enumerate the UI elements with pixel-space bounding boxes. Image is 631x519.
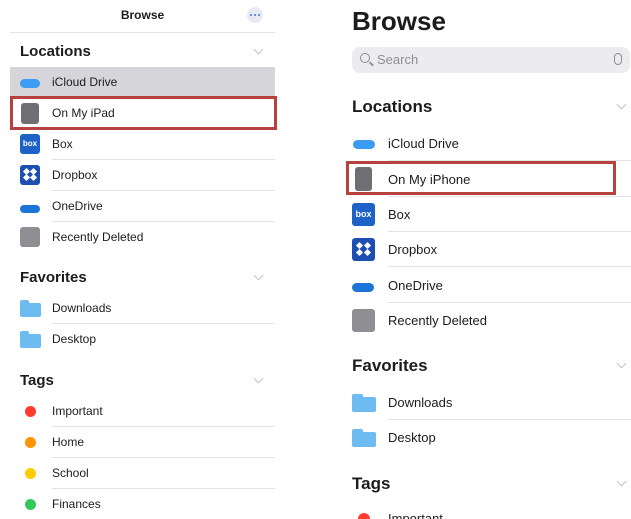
tag-label: Important bbox=[388, 511, 443, 519]
location-label: OneDrive bbox=[388, 278, 443, 293]
location-label: iCloud Drive bbox=[388, 136, 459, 151]
highlight-frame bbox=[346, 161, 616, 195]
onedrive-icon bbox=[20, 205, 40, 213]
folder-icon bbox=[352, 429, 376, 447]
favorite-item-downloads[interactable]: Downloads bbox=[343, 385, 631, 420]
more-dot bbox=[254, 14, 256, 16]
tag-item-important[interactable]: Important bbox=[343, 504, 631, 519]
icloud-icon bbox=[353, 140, 375, 149]
location-label: iCloud Drive bbox=[52, 75, 118, 89]
tags-header: Tags bbox=[20, 372, 54, 389]
dropbox-diamond bbox=[363, 248, 372, 257]
location-label: Box bbox=[388, 207, 411, 222]
tag-dot-orange bbox=[25, 437, 36, 448]
search-field[interactable]: Search bbox=[352, 47, 630, 73]
favorites-collapse-chevron-icon[interactable] bbox=[253, 270, 264, 281]
favorite-label: Downloads bbox=[52, 301, 112, 315]
tags-header: Tags bbox=[352, 474, 391, 493]
favorite-item-desktop[interactable]: Desktop bbox=[10, 324, 275, 355]
locations-collapse-chevron-icon[interactable] bbox=[616, 99, 627, 110]
tags-collapse-chevron-icon[interactable] bbox=[616, 476, 627, 487]
favorite-label: Downloads bbox=[388, 395, 453, 410]
search-icon bbox=[360, 53, 370, 63]
locations-header: Locations bbox=[20, 43, 91, 60]
location-item-icloud-drive[interactable]: iCloud Drive bbox=[343, 125, 631, 161]
folder-icon bbox=[20, 300, 41, 317]
tag-item-school[interactable]: School bbox=[10, 458, 275, 489]
tag-item-home[interactable]: Home bbox=[10, 427, 275, 458]
location-item-icloud-drive[interactable]: iCloud Drive bbox=[10, 67, 275, 98]
trash-icon bbox=[352, 309, 375, 332]
tag-item-important[interactable]: Important bbox=[10, 396, 275, 427]
tag-label: Finances bbox=[52, 497, 101, 511]
tag-label: Home bbox=[52, 435, 85, 449]
location-item-box[interactable]: box Box bbox=[10, 129, 275, 160]
dropbox-icon bbox=[20, 165, 40, 185]
folder-icon bbox=[20, 331, 41, 348]
tag-item-finances[interactable]: Finances bbox=[10, 489, 275, 519]
location-label: Dropbox bbox=[388, 242, 438, 257]
dropbox-icon bbox=[352, 238, 375, 261]
box-icon: box bbox=[352, 203, 375, 226]
favorites-header: Favorites bbox=[20, 269, 87, 286]
nav-title: Browse bbox=[120, 8, 165, 22]
location-label: Box bbox=[52, 137, 73, 151]
favorite-item-desktop[interactable]: Desktop bbox=[343, 420, 631, 455]
favorite-label: Desktop bbox=[52, 332, 97, 346]
favorite-label: Desktop bbox=[388, 430, 436, 445]
dropbox-diamond bbox=[29, 173, 38, 182]
icloud-icon bbox=[20, 79, 40, 88]
location-label: Recently Deleted bbox=[388, 313, 487, 328]
more-dot bbox=[258, 14, 260, 16]
more-dot bbox=[250, 14, 252, 16]
location-item-onedrive[interactable]: OneDrive bbox=[343, 267, 631, 303]
location-label: Recently Deleted bbox=[52, 230, 144, 244]
microphone-icon[interactable] bbox=[614, 53, 622, 65]
tag-dot-red bbox=[358, 513, 370, 519]
highlight-frame bbox=[10, 96, 277, 130]
location-label: OneDrive bbox=[52, 199, 103, 213]
search-placeholder: Search bbox=[377, 52, 419, 67]
favorite-item-downloads[interactable]: Downloads bbox=[10, 293, 275, 324]
location-item-dropbox[interactable]: Dropbox bbox=[10, 160, 275, 191]
locations-collapse-chevron-icon[interactable] bbox=[253, 44, 264, 55]
favorites-header: Favorites bbox=[352, 356, 428, 375]
location-label: Dropbox bbox=[52, 168, 98, 182]
location-item-box[interactable]: box Box bbox=[343, 197, 631, 232]
tag-label: School bbox=[52, 466, 89, 480]
tag-label: Important bbox=[52, 404, 103, 418]
dropbox-diamond bbox=[355, 248, 364, 257]
tag-dot-green bbox=[25, 499, 36, 510]
onedrive-icon bbox=[352, 283, 374, 292]
location-item-recently-deleted[interactable]: Recently Deleted bbox=[10, 222, 275, 253]
tag-dot-yellow bbox=[25, 468, 36, 479]
location-item-dropbox[interactable]: Dropbox bbox=[343, 232, 631, 267]
tags-collapse-chevron-icon[interactable] bbox=[253, 373, 264, 384]
locations-header: Locations bbox=[352, 97, 433, 116]
favorites-collapse-chevron-icon[interactable] bbox=[616, 358, 627, 369]
trash-icon bbox=[20, 227, 40, 247]
large-title: Browse bbox=[352, 6, 446, 36]
location-item-recently-deleted[interactable]: Recently Deleted bbox=[343, 303, 631, 339]
folder-icon bbox=[352, 394, 376, 412]
iphone-browse-panel: Browse Search Locations iCloud Drive On … bbox=[343, 0, 631, 519]
tag-dot-red bbox=[25, 406, 36, 417]
location-item-onedrive[interactable]: OneDrive bbox=[10, 191, 275, 222]
ipad-browse-panel: Browse Locations iCloud Drive On My iPad… bbox=[10, 0, 277, 519]
box-icon: box bbox=[20, 134, 40, 154]
more-button[interactable] bbox=[247, 7, 263, 23]
nav-bar-divider bbox=[10, 32, 275, 33]
